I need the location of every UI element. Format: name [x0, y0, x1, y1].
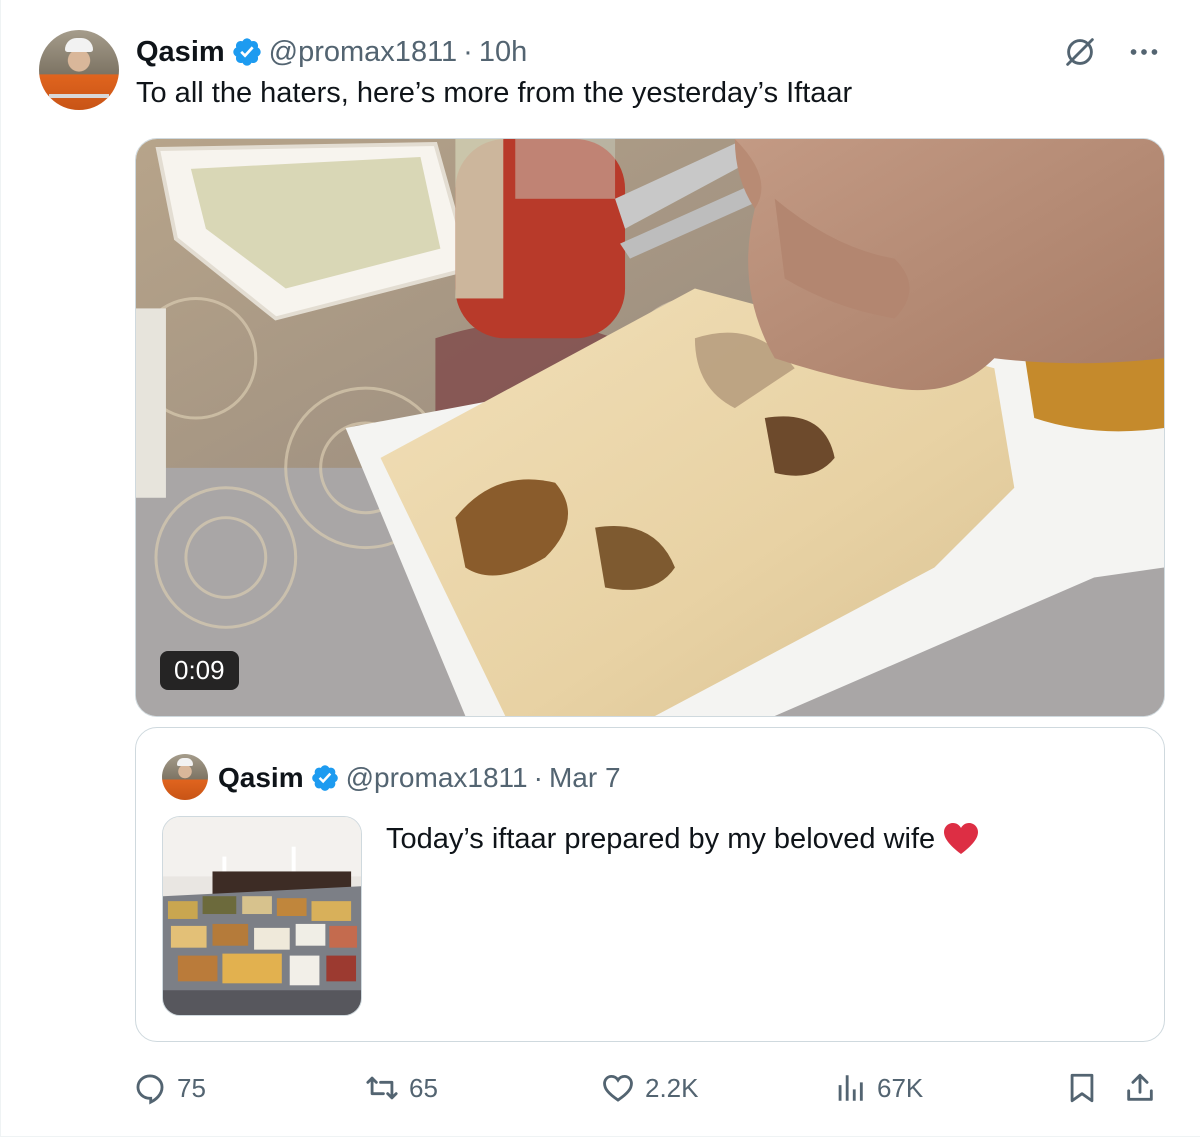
- like-count: 2.2K: [645, 1072, 699, 1103]
- more-icon[interactable]: [1124, 32, 1164, 72]
- avatar[interactable]: [39, 30, 119, 110]
- views-icon: [838, 1075, 863, 1101]
- quoted-text: Today’s iftaar prepared by my beloved wi…: [386, 822, 979, 856]
- reply-count: 75: [177, 1072, 206, 1103]
- like-icon: [603, 1074, 633, 1102]
- tweet[interactable]: Qasim @promax1811 · 10h To all the hater…: [0, 0, 1200, 1137]
- avatar-vest-stripe: [49, 94, 109, 98]
- quoted-image[interactable]: [162, 816, 362, 1016]
- reply-icon: [136, 1074, 164, 1105]
- grok-icon[interactable]: [1060, 32, 1100, 72]
- reply-button[interactable]: 75: [133, 1066, 206, 1110]
- separator-dot: ·: [533, 762, 543, 793]
- verified-icon: [311, 765, 338, 791]
- separator-dot: ·: [463, 35, 473, 68]
- quoted-avatar-helmet: [177, 758, 193, 766]
- repost-count: 65: [409, 1072, 438, 1103]
- action-bar: 75 65 2.2K 67K: [133, 1066, 1173, 1110]
- quoted-avatar[interactable]: [162, 754, 208, 800]
- quoted-handle[interactable]: @promax1811: [346, 762, 528, 794]
- like-button[interactable]: 2.2K: [601, 1066, 699, 1110]
- avatar-helmet: [65, 38, 93, 52]
- tweet-header: Qasim @promax1811 · 10h: [136, 32, 527, 72]
- quoted-image-graphic: [163, 817, 361, 1015]
- verified-icon: [233, 38, 261, 66]
- author-name[interactable]: Qasim: [136, 36, 225, 69]
- top-icons: [1060, 32, 1164, 72]
- video-frame: [136, 139, 1164, 716]
- repost-button[interactable]: 65: [365, 1066, 438, 1110]
- quoted-date[interactable]: Mar 7: [549, 762, 621, 794]
- video-player[interactable]: 0:09: [135, 138, 1165, 717]
- author-handle[interactable]: @promax1811: [269, 36, 458, 69]
- views-count: 67K: [877, 1072, 924, 1103]
- red-heart-icon: [944, 823, 979, 854]
- bookmark-button[interactable]: [1065, 1066, 1099, 1110]
- repost-icon: [366, 1076, 398, 1100]
- share-icon: [1127, 1073, 1153, 1101]
- quoted-tweet[interactable]: Qasim @promax1811 · Mar 7 Today’s iftaar…: [135, 727, 1165, 1042]
- share-button[interactable]: [1123, 1066, 1157, 1110]
- views-button[interactable]: 67K: [833, 1066, 923, 1110]
- quoted-text-content: Today’s iftaar prepared by my beloved wi…: [386, 822, 936, 855]
- tweet-text: To all the haters, here’s more from the …: [136, 77, 853, 109]
- quoted-header: Qasim @promax1811 · Mar 7: [218, 758, 621, 798]
- quoted-author-name[interactable]: Qasim: [218, 762, 304, 794]
- video-duration: 0:09: [160, 651, 239, 690]
- bookmark-icon: [1070, 1073, 1094, 1103]
- post-time[interactable]: 10h: [479, 36, 527, 69]
